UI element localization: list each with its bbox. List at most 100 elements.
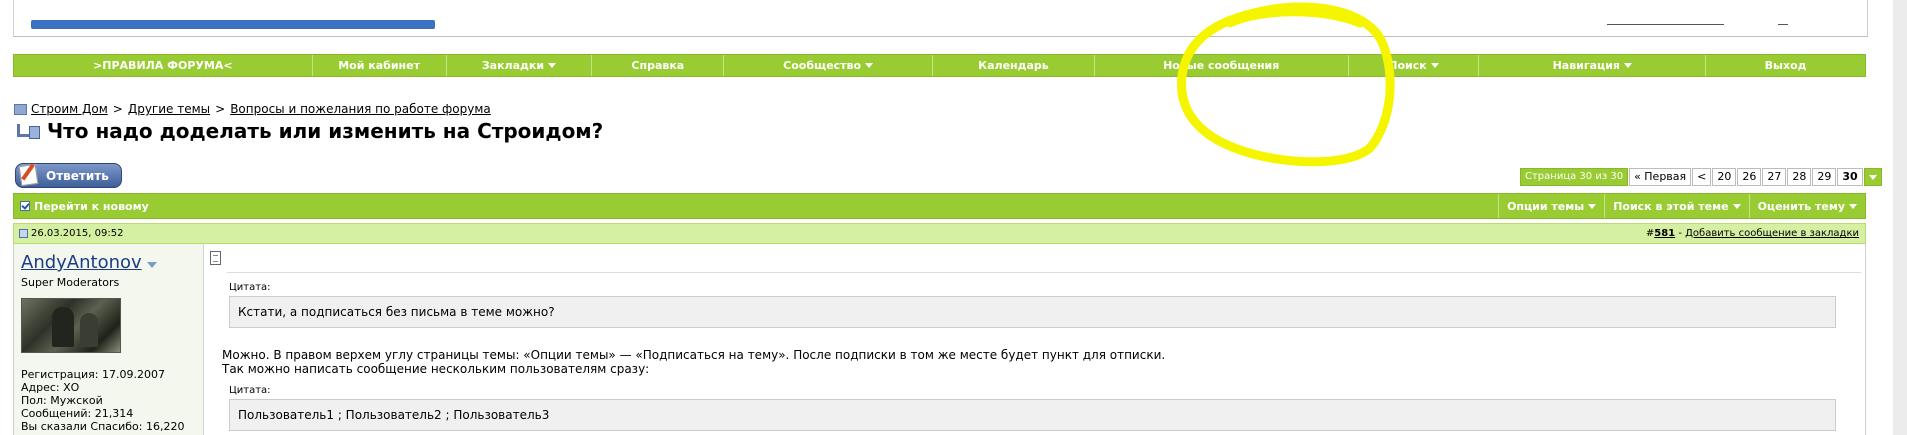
post-text: Можно. В правом верхем углу страницы тем… <box>222 348 1166 362</box>
nav-calendar[interactable]: Календарь <box>933 55 1095 76</box>
page-link[interactable]: 29 <box>1812 168 1837 186</box>
nav-community[interactable]: Сообщество <box>724 55 934 76</box>
nav-label: Выход <box>1764 59 1807 72</box>
page-link[interactable]: 20 <box>1712 168 1737 186</box>
nav-label: Навигация <box>1552 59 1620 72</box>
page-current: 30 <box>1837 168 1863 186</box>
page-prev-link[interactable]: < <box>1692 168 1712 186</box>
pagination: Страница 30 из 30 « Первая < 20 26 27 28… <box>1520 168 1882 186</box>
pencil-icon <box>18 161 40 187</box>
bookmark-post-link[interactable]: Добавить сообщение в закладки <box>1685 228 1859 239</box>
page-link[interactable]: 27 <box>1762 168 1787 186</box>
option-label: Поиск в этой теме <box>1613 199 1729 213</box>
nav-label: Справка <box>631 59 685 72</box>
option-label: Оценить тему <box>1757 199 1845 213</box>
post-icon <box>19 229 28 238</box>
username-link[interactable]: AndyAntonov <box>21 252 142 273</box>
user-address: Адрес: ХО <box>21 381 80 394</box>
reply-button[interactable]: Ответить <box>15 161 122 188</box>
quote-box: Кстати, а подписаться без письма в теме … <box>229 296 1836 328</box>
quote-label: Цитата: <box>229 385 271 396</box>
goto-new-link[interactable]: Перейти к новому <box>20 194 149 218</box>
breadcrumb-link-other[interactable]: Другие темы <box>128 102 210 116</box>
post-date-text: 26.03.2015, 09:52 <box>31 228 124 239</box>
nav-label: Мой кабинет <box>338 59 420 72</box>
post-date: 26.03.2015, 09:52 <box>19 224 123 243</box>
nav-my-cabinet[interactable]: Мой кабинет <box>313 55 447 76</box>
username-row: AndyAntonov <box>21 252 157 273</box>
page-jump-dropdown[interactable] <box>1863 168 1882 186</box>
checkbox-icon <box>20 201 30 211</box>
user-post-count: Сообщений: 21,314 <box>21 407 134 420</box>
thread-title-row: Что надо доделать или изменить на Строид… <box>15 119 603 143</box>
thread-options: Опции темы Поиск в этой теме Оценить тем… <box>1498 194 1865 218</box>
quote-text: Пользователь1 ; Пользователь2 ; Пользова… <box>238 408 550 422</box>
nav-bookmarks[interactable]: Закладки <box>447 55 593 76</box>
chevron-down-icon <box>1624 63 1632 68</box>
chevron-down-icon <box>1849 203 1857 209</box>
header-search-field-line[interactable] <box>1607 24 1724 25</box>
chevron-down-icon <box>1430 63 1439 68</box>
divider <box>227 272 1861 273</box>
nav-new-posts[interactable]: Новые сообщения <box>1095 55 1349 76</box>
page-info: Страница 30 из 30 <box>1520 168 1629 186</box>
post-links-separator: - <box>1675 228 1686 239</box>
nav-label: Календарь <box>978 59 1049 72</box>
folder-icon <box>14 103 27 115</box>
nav-label: Новые сообщения <box>1163 59 1280 72</box>
quote-box: Пользователь1 ; Пользователь2 ; Пользова… <box>229 399 1836 431</box>
avatar[interactable] <box>21 298 121 353</box>
user-registration: Регистрация: 17.09.2007 <box>21 368 165 381</box>
user-menu-chevron-icon[interactable] <box>146 261 157 268</box>
breadcrumb: Строим Дом > Другие темы > Вопросы и пож… <box>14 102 491 116</box>
user-thanks-count: Вы сказали Спасибо: 16,220 <box>21 420 185 433</box>
nav-label: Поиск <box>1388 59 1427 72</box>
header-small-line <box>1778 24 1788 25</box>
thread-options-menu[interactable]: Опции темы <box>1498 194 1604 218</box>
user-stats: Регистрация: 17.09.2007 Адрес: ХО Пол: М… <box>21 368 184 433</box>
breadcrumb-separator: > <box>112 102 123 116</box>
thread-icon <box>15 122 41 140</box>
post-number-prefix: # <box>1645 228 1655 239</box>
breadcrumb-link-forum[interactable]: Вопросы и пожелания по работе форума <box>230 102 491 116</box>
post-content: Цитата: Кстати, а подписаться без письма… <box>204 244 1865 435</box>
nav-label: Сообщество <box>783 59 862 72</box>
post-text: Так можно написать сообщение нескольким … <box>222 362 650 376</box>
option-label: Опции темы <box>1507 199 1585 213</box>
breadcrumb-separator: > <box>215 102 226 116</box>
chevron-down-icon <box>1732 203 1741 209</box>
scrollbar-track[interactable] <box>1893 0 1907 435</box>
user-title: Super Moderators <box>21 276 120 289</box>
user-info-column: AndyAntonov Super Moderators Регистрация… <box>14 244 204 435</box>
chevron-down-icon <box>865 63 874 68</box>
nav-search[interactable]: Поиск <box>1349 55 1480 76</box>
chevron-down-icon <box>1868 174 1877 180</box>
page-link[interactable]: 28 <box>1787 168 1812 186</box>
header-panel <box>13 0 1868 37</box>
goto-new-label: Перейти к новому <box>34 199 149 213</box>
page-title: Что надо доделать или изменить на Строид… <box>47 119 604 143</box>
page-link[interactable]: 26 <box>1737 168 1762 186</box>
nav-label: Закладки <box>481 59 545 72</box>
nav-rules[interactable]: >ПРАВИЛА ФОРУМА< <box>14 55 313 76</box>
user-gender: Пол: Мужской <box>21 394 103 407</box>
quote-label: Цитата: <box>229 282 271 293</box>
chevron-down-icon <box>548 63 557 68</box>
post-body: AndyAntonov Super Moderators Регистрация… <box>13 244 1866 435</box>
post-links: #581 - Добавить сообщение в закладки <box>1646 224 1859 243</box>
page-first-link[interactable]: « Первая <box>1629 168 1692 186</box>
search-thread-menu[interactable]: Поиск в этой теме <box>1604 194 1748 218</box>
main-navbar: >ПРАВИЛА ФОРУМА< Мой кабинет Закладки Сп… <box>13 54 1866 77</box>
thread-toolbar: Перейти к новому Опции темы Поиск в этой… <box>13 193 1866 219</box>
nav-label: >ПРАВИЛА ФОРУМА< <box>93 59 233 72</box>
document-icon <box>210 251 221 265</box>
post-header: 26.03.2015, 09:52 #581 - Добавить сообще… <box>13 223 1866 244</box>
nav-navigation[interactable]: Навигация <box>1479 55 1707 76</box>
header-banner-bar <box>31 20 435 29</box>
rate-thread-menu[interactable]: Оценить тему <box>1748 194 1865 218</box>
breadcrumb-link-home[interactable]: Строим Дом <box>31 102 108 116</box>
nav-logout[interactable]: Выход <box>1706 55 1865 76</box>
post-number-link[interactable]: 581 <box>1654 228 1675 239</box>
nav-help[interactable]: Справка <box>592 55 725 76</box>
quote-text: Кстати, а подписаться без письма в теме … <box>238 305 555 319</box>
